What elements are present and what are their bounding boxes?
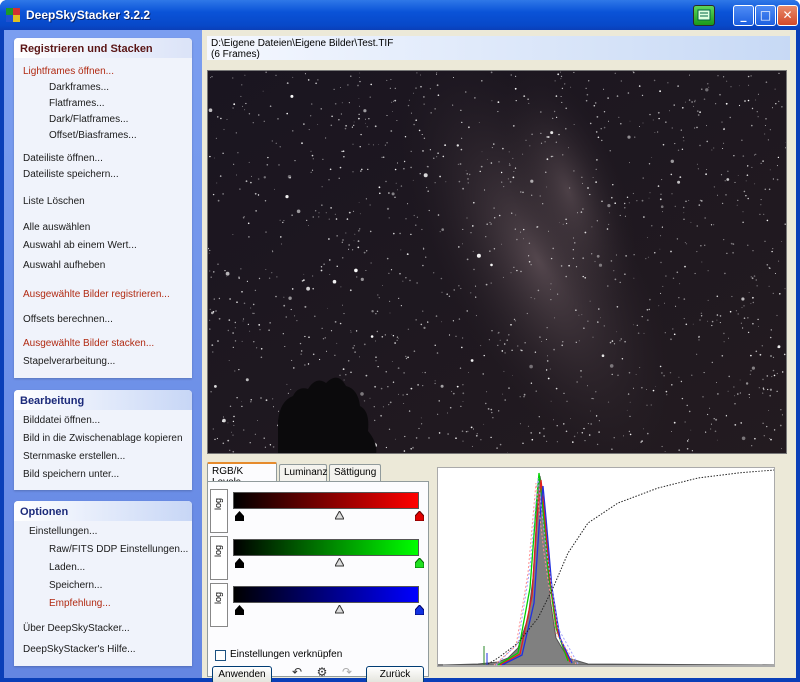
file-info-bar: D:\Eigene Dateien\Eigene Bilder\Test.TIF… bbox=[207, 36, 790, 60]
panel-title: Optionen bbox=[14, 501, 192, 521]
menu-item-darkframes[interactable]: Darkframes... bbox=[49, 82, 109, 93]
panel-processing: Bearbeitung Bilddatei öffnen... Bild in … bbox=[14, 390, 192, 490]
app-logo-icon bbox=[6, 8, 20, 22]
menu-item-open-image[interactable]: Bilddatei öffnen... bbox=[23, 415, 100, 426]
sidebar: Registrieren und Stacken Lightframes öff… bbox=[4, 30, 202, 678]
green-level-control: log bbox=[210, 536, 424, 580]
menu-item-save[interactable]: Speichern... bbox=[49, 580, 102, 591]
blue-gradient-bar bbox=[233, 586, 419, 603]
green-white-point-slider[interactable] bbox=[415, 558, 424, 568]
minimize-button[interactable]: _ bbox=[733, 5, 754, 26]
menu-item-load[interactable]: Laden... bbox=[49, 562, 85, 573]
title-bar: DeepSkyStacker 3.2.2 _ □ ✕ bbox=[0, 0, 800, 30]
menu-item-help[interactable]: DeepSkyStacker's Hilfe... bbox=[23, 644, 136, 655]
menu-item-star-mask[interactable]: Sternmaske erstellen... bbox=[23, 451, 125, 462]
menu-item-copy-clipboard[interactable]: Bild in die Zwischenablage kopieren bbox=[23, 433, 183, 444]
blue-log-toggle[interactable]: log bbox=[210, 583, 228, 627]
maximize-button[interactable]: □ bbox=[755, 5, 776, 26]
panel-title: Registrieren und Stacken bbox=[14, 38, 192, 58]
green-log-toggle[interactable]: log bbox=[210, 536, 228, 580]
menu-item-select-by-value[interactable]: Auswahl ab einem Wert... bbox=[23, 240, 137, 251]
app-window: DeepSkyStacker 3.2.2 _ □ ✕ Registrieren … bbox=[0, 0, 800, 682]
menu-item-select-all[interactable]: Alle auswählen bbox=[23, 222, 90, 233]
redo-icon[interactable]: ↷ bbox=[336, 665, 358, 681]
link-settings-checkbox[interactable] bbox=[215, 650, 226, 661]
green-black-point-slider[interactable] bbox=[235, 558, 244, 568]
red-white-point-slider[interactable] bbox=[415, 511, 424, 521]
menu-item-compute-offsets[interactable]: Offsets berechnen... bbox=[23, 314, 113, 325]
menu-item-recommendations[interactable]: Empfehlung... bbox=[49, 598, 111, 609]
undo-icon[interactable]: ↶ bbox=[286, 665, 308, 681]
menu-item-open-filelist[interactable]: Dateiliste öffnen... bbox=[23, 153, 103, 164]
menu-item-settings[interactable]: Einstellungen... bbox=[29, 526, 97, 537]
green-gradient-bar bbox=[233, 539, 419, 556]
levels-tab-control: RGB/K Levels Luminanz Sättigung log log bbox=[207, 462, 429, 682]
menu-item-register-selected[interactable]: Ausgewählte Bilder registrieren... bbox=[23, 289, 170, 300]
red-gradient-bar bbox=[233, 492, 419, 509]
link-settings-label: Einstellungen verknüpfen bbox=[230, 649, 343, 660]
tab-luminance[interactable]: Luminanz bbox=[279, 464, 327, 481]
panel-title: Bearbeitung bbox=[14, 390, 192, 410]
apply-button[interactable]: Anwenden bbox=[212, 666, 272, 682]
frame-count: (6 Frames) bbox=[211, 49, 260, 60]
blue-level-control: log bbox=[210, 583, 424, 627]
menu-item-save-image-as[interactable]: Bild speichern unter... bbox=[23, 469, 119, 480]
tab-rgb-levels[interactable]: RGB/K Levels bbox=[207, 462, 277, 488]
main-area: D:\Eigene Dateien\Eigene Bilder\Test.TIF… bbox=[207, 36, 790, 682]
log-label: log bbox=[213, 497, 223, 510]
client-area: Registrieren und Stacken Lightframes öff… bbox=[4, 30, 796, 682]
image-viewer[interactable] bbox=[207, 70, 787, 454]
menu-item-deselect[interactable]: Auswahl aufheben bbox=[23, 260, 105, 271]
window-title: DeepSkyStacker 3.2.2 bbox=[26, 8, 151, 22]
red-level-control: log bbox=[210, 489, 424, 533]
blue-mid-point-slider[interactable] bbox=[335, 605, 344, 615]
file-path: D:\Eigene Dateien\Eigene Bilder\Test.TIF bbox=[211, 38, 394, 49]
settings-gear-icon[interactable]: ⚙ bbox=[311, 665, 333, 681]
tray-icon-button[interactable] bbox=[693, 5, 715, 26]
menu-item-about[interactable]: Über DeepSkyStacker... bbox=[23, 623, 130, 634]
red-black-point-slider[interactable] bbox=[235, 511, 244, 521]
log-label: log bbox=[213, 591, 223, 604]
panel-register-stack: Registrieren und Stacken Lightframes öff… bbox=[14, 38, 192, 378]
tab-panel-rgb: log log log Einstellungen verknüpfen Anw… bbox=[207, 481, 429, 682]
menu-item-offset-biasframes[interactable]: Offset/Biasframes... bbox=[49, 130, 137, 141]
panel-options: Optionen Einstellungen... Raw/FITS DDP E… bbox=[14, 501, 192, 666]
menu-item-raw-fits-settings[interactable]: Raw/FITS DDP Einstellungen... bbox=[49, 544, 188, 555]
blue-black-point-slider[interactable] bbox=[235, 605, 244, 615]
histogram-panel bbox=[437, 467, 775, 667]
menu-item-dark-flatframes[interactable]: Dark/Flatframes... bbox=[49, 114, 128, 125]
close-button[interactable]: ✕ bbox=[777, 5, 798, 26]
log-label: log bbox=[213, 544, 223, 557]
histogram-graph bbox=[438, 469, 775, 666]
menu-item-batch-processing[interactable]: Stapelverarbeitung... bbox=[23, 356, 115, 367]
red-mid-point-slider[interactable] bbox=[335, 511, 344, 521]
tab-saturation[interactable]: Sättigung bbox=[329, 464, 381, 481]
menu-item-stack-selected[interactable]: Ausgewählte Bilder stacken... bbox=[23, 338, 154, 349]
red-log-toggle[interactable]: log bbox=[210, 489, 228, 533]
green-mid-point-slider[interactable] bbox=[335, 558, 344, 568]
star-field-image bbox=[208, 71, 786, 453]
menu-item-save-filelist[interactable]: Dateiliste speichern... bbox=[23, 169, 119, 180]
menu-item-flatframes[interactable]: Flatframes... bbox=[49, 98, 105, 109]
blue-white-point-slider[interactable] bbox=[415, 605, 424, 615]
stack-icon bbox=[697, 9, 711, 21]
menu-item-clear-list[interactable]: Liste Löschen bbox=[23, 196, 85, 207]
menu-item-open-lightframes[interactable]: Lightframes öffnen... bbox=[23, 66, 114, 77]
reset-button[interactable]: Zurück bbox=[366, 666, 424, 682]
